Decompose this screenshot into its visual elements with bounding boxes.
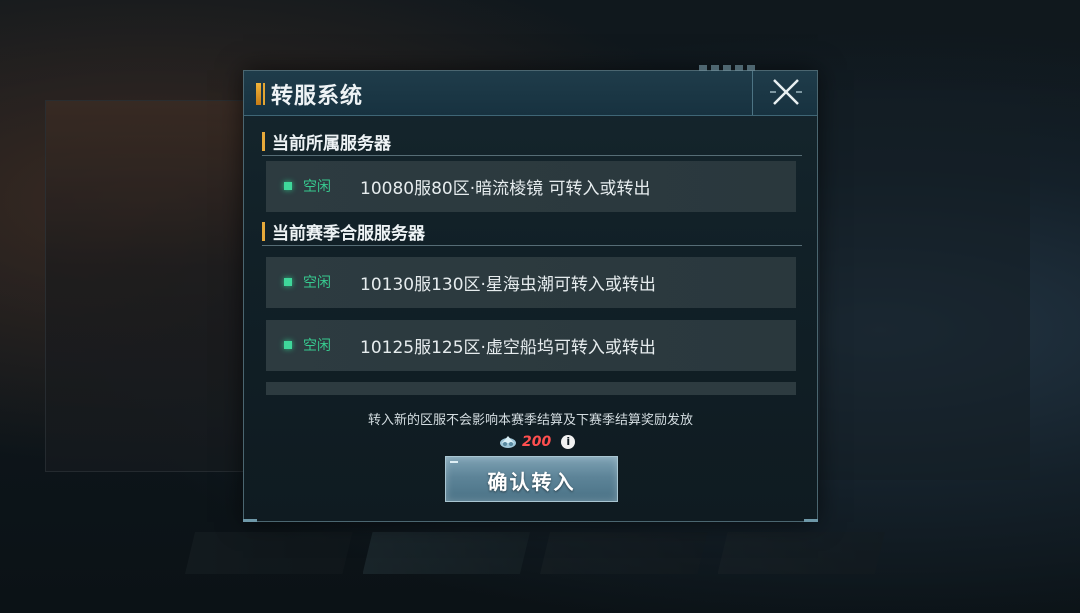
- dialog-title: 转服系统: [271, 84, 364, 109]
- server-status: 空闲: [303, 275, 331, 291]
- background-tab: [185, 532, 353, 574]
- background-tab: [717, 532, 885, 574]
- background-tab: [540, 532, 708, 574]
- server-name: 10130服130区·星海虫潮可转入或转出: [360, 275, 656, 295]
- dialog-corner-decoration: [243, 519, 257, 522]
- background-tab-bar: [185, 532, 885, 574]
- server-name: 10125服125区·虚空船坞可转入或转出: [360, 338, 656, 358]
- status-dot-icon: [284, 182, 292, 190]
- section-divider: [262, 245, 802, 246]
- section-divider: [262, 155, 802, 156]
- title-accent-bar: [263, 83, 265, 105]
- status-dot-icon: [284, 278, 292, 286]
- dialog-header: 转服系统: [244, 71, 817, 116]
- dialog-corner-decoration: [804, 519, 818, 522]
- section-title-current-server: 当前所属服务器: [262, 129, 391, 154]
- server-status: 空闲: [303, 179, 331, 195]
- server-row-partial[interactable]: [266, 382, 796, 395]
- background-panel-right: [820, 90, 1030, 480]
- cost-value: 200: [522, 434, 552, 450]
- server-row-current[interactable]: 空闲 10080服80区·暗流棱镜 可转入或转出: [266, 161, 796, 212]
- background-tab: [362, 532, 530, 574]
- confirm-transfer-label: 确认转入: [487, 470, 576, 494]
- button-corner-decoration: [450, 461, 458, 463]
- transfer-notice: 转入新的区服不会影响本赛季结算及下赛季结算奖励发放: [367, 413, 693, 428]
- info-icon[interactable]: i: [561, 435, 576, 449]
- status-dot-icon: [284, 341, 292, 349]
- server-transfer-dialog: 转服系统 当前所属服务器 空闲 10080服80区·暗流棱镜 可转入或转出 当前…: [243, 65, 818, 522]
- close-button[interactable]: [760, 73, 812, 113]
- title-accent-bar: [256, 83, 261, 105]
- currency-icon: [500, 436, 516, 448]
- server-name: 10080服80区·暗流棱镜 可转入或转出: [360, 179, 651, 199]
- header-divider: [752, 71, 753, 115]
- close-x-icon: [770, 79, 802, 105]
- transfer-cost: 200 i: [498, 432, 576, 452]
- section-title-merged-servers: 当前赛季合服服务器: [262, 219, 425, 244]
- server-row-10125[interactable]: 空闲 10125服125区·虚空船坞可转入或转出: [266, 320, 796, 371]
- confirm-transfer-button[interactable]: 确认转入: [445, 456, 618, 502]
- server-status: 空闲: [303, 338, 331, 354]
- server-row-10130[interactable]: 空闲 10130服130区·星海虫潮可转入或转出: [266, 257, 796, 308]
- background-panel-left: [45, 100, 247, 472]
